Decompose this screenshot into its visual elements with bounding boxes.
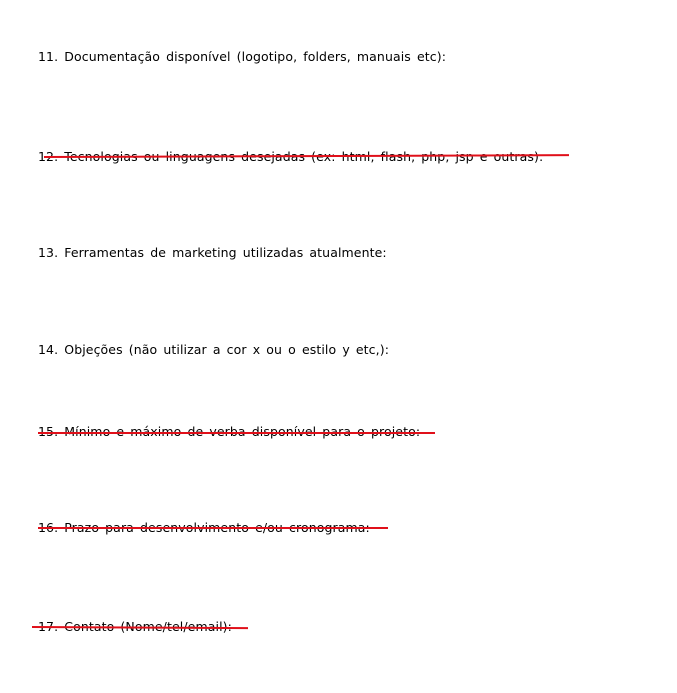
strikethrough-line-16 bbox=[38, 527, 388, 529]
item-11-documentation: 11. Documentação disponível (logotipo, f… bbox=[38, 49, 447, 64]
item-13-marketing-tools: 13. Ferramentas de marketing utilizadas … bbox=[38, 245, 387, 260]
item-14-objections: 14. Objeções (não utilizar a cor x ou o … bbox=[38, 342, 390, 357]
strikethrough-line-15 bbox=[38, 432, 435, 434]
